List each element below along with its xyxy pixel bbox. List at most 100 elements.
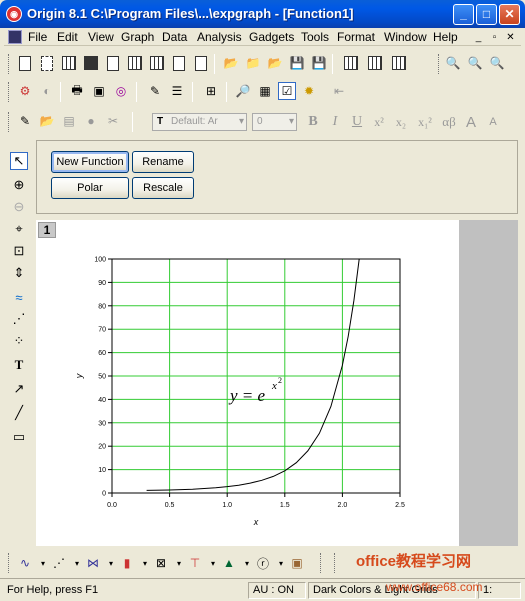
menu-format[interactable]: Format xyxy=(337,30,375,44)
toolbar-options-icon[interactable]: ⇤ xyxy=(330,82,348,100)
toolbar-grip[interactable] xyxy=(8,112,11,132)
pointer-tool-icon[interactable]: ↖ xyxy=(10,152,28,170)
new-excel-icon[interactable] xyxy=(82,54,100,72)
find-icon[interactable]: 🔎 xyxy=(234,82,252,100)
mask-tool-icon[interactable]: ⋰ xyxy=(10,310,28,328)
gadget-icon[interactable]: ✹ xyxy=(300,82,318,100)
menu-view[interactable]: View xyxy=(88,30,114,44)
regional-mask-tool-icon[interactable]: ⁘ xyxy=(10,332,28,350)
toolbar-grip[interactable] xyxy=(8,553,11,573)
menu-graph[interactable]: Graph xyxy=(121,30,154,44)
scatter-plot-icon[interactable]: ⋰ xyxy=(50,554,68,572)
toolbar-grip[interactable] xyxy=(8,82,11,102)
y-tick-label: 50 xyxy=(98,374,106,381)
export-page-icon[interactable]: ▣ xyxy=(90,82,108,100)
mdi-restore-button[interactable]: ▫ xyxy=(487,30,502,44)
toolbar-grip[interactable] xyxy=(8,54,11,74)
new-function-icon[interactable] xyxy=(148,54,166,72)
greek-button[interactable]: αβ xyxy=(440,113,458,131)
multi-curve-icon[interactable]: ⋈ xyxy=(84,554,102,572)
text-tool-icon[interactable]: T xyxy=(10,356,28,374)
font-size-select[interactable]: 0 ▾ xyxy=(252,113,297,131)
open-template-icon[interactable]: 📁 xyxy=(244,54,262,72)
new-workbook-icon[interactable] xyxy=(60,54,78,72)
menu-help[interactable]: Help xyxy=(433,30,458,44)
decrease-font-button[interactable]: A xyxy=(484,113,502,131)
new-folder-icon[interactable] xyxy=(38,54,56,72)
screen-reader-tool-icon[interactable]: ⌖ xyxy=(10,220,28,238)
menu-data[interactable]: Data xyxy=(162,30,187,44)
import-wizard-icon[interactable] xyxy=(390,54,408,72)
print-icon[interactable]: 🖶 xyxy=(68,82,86,100)
toolbar-grip[interactable] xyxy=(438,54,441,74)
results-log-icon[interactable]: 🔍 xyxy=(466,54,484,72)
layer-icon[interactable]: ☰ xyxy=(168,82,186,100)
column-plot-icon[interactable]: ▮ xyxy=(118,554,136,572)
template-library-icon[interactable]: ▣ xyxy=(288,554,306,572)
rescale-button[interactable]: Rescale xyxy=(132,177,194,199)
code-builder-icon[interactable]: ▦ xyxy=(256,82,274,100)
open-folder-icon[interactable]: 📂 xyxy=(38,112,56,130)
new-notes-icon[interactable] xyxy=(192,54,210,72)
edit-mode-icon[interactable]: ✎ xyxy=(146,82,164,100)
function-plot[interactable]: 0.0 0.5 1.0 1.5 2.0 2.5 0 10 20 30 40 50 60 70 80 90 10… xyxy=(36,220,459,546)
new-matrix-icon[interactable] xyxy=(126,54,144,72)
polar-button[interactable]: Polar xyxy=(51,177,129,199)
save-project-icon[interactable]: 💾 xyxy=(288,54,306,72)
open-excel-icon[interactable]: 📂 xyxy=(266,54,284,72)
mdi-close-button[interactable]: ✕ xyxy=(503,30,518,44)
save-template-icon[interactable]: 💾 xyxy=(310,54,328,72)
notes-icon[interactable]: ☑ xyxy=(278,82,296,100)
new-layout-icon[interactable] xyxy=(170,54,188,72)
mdi-window-icon[interactable] xyxy=(8,30,22,44)
supersubscript-button[interactable]: x₁² xyxy=(416,113,434,131)
minimize-button[interactable]: _ xyxy=(453,4,474,25)
menu-edit[interactable]: Edit xyxy=(57,30,78,44)
superscript-button[interactable]: x² xyxy=(370,113,388,131)
line-plot-icon[interactable]: ∿ xyxy=(16,554,34,572)
underline-button[interactable]: U xyxy=(348,113,366,131)
multi-panel-icon[interactable]: ⊠ xyxy=(152,554,170,572)
special-plot-icon[interactable]: ⓡ xyxy=(254,554,272,572)
hierarchy-icon[interactable]: ⊞ xyxy=(202,82,220,100)
italic-button[interactable]: I xyxy=(326,113,344,131)
import-multiple-ascii-icon[interactable] xyxy=(366,54,384,72)
increase-font-button[interactable]: A xyxy=(462,113,480,131)
bold-button[interactable]: B xyxy=(304,113,322,131)
recalculate-icon[interactable]: ⚙ xyxy=(16,82,34,100)
new-project-icon[interactable] xyxy=(16,54,34,72)
new-function-button[interactable]: New Function xyxy=(51,151,129,173)
menu-window[interactable]: Window xyxy=(384,30,427,44)
arrow-tool-icon[interactable]: ↗ xyxy=(10,380,28,398)
import-single-ascii-icon[interactable] xyxy=(342,54,360,72)
subscript-button[interactable]: x₂ xyxy=(392,113,410,131)
toolbar-grip[interactable] xyxy=(320,553,323,573)
project-explorer-icon[interactable]: 🔍 xyxy=(444,54,462,72)
menu-tools[interactable]: Tools xyxy=(301,30,329,44)
maximize-button[interactable]: □ xyxy=(476,4,497,25)
open-folder-icon[interactable]: 📂 xyxy=(222,54,240,72)
zoom-out-tool-icon[interactable]: ⊖ xyxy=(10,198,28,216)
refresh-icon[interactable]: ◐ xyxy=(38,82,56,100)
new-graph-icon[interactable] xyxy=(104,54,122,72)
area-plot-icon[interactable]: ▲ xyxy=(220,554,238,572)
command-window-icon[interactable]: 🔍 xyxy=(488,54,506,72)
mdi-minimize-button[interactable]: _ xyxy=(471,30,486,44)
font-name-select[interactable]: T Default: Ar ▾ xyxy=(152,113,247,131)
data-selector-tool-icon[interactable]: ⇕ xyxy=(10,264,28,282)
menu-analysis[interactable]: Analysis xyxy=(197,30,242,44)
copy-page-icon[interactable]: ◎ xyxy=(112,82,130,100)
toolbar-grip[interactable] xyxy=(334,553,337,573)
pen-icon[interactable]: ✎ xyxy=(16,112,34,130)
close-button[interactable]: ✕ xyxy=(499,4,520,25)
menu-gadgets[interactable]: Gadgets xyxy=(249,30,294,44)
zoom-in-tool-icon[interactable]: ⊕ xyxy=(10,176,28,194)
data-reader-tool-icon[interactable]: ⊡ xyxy=(10,242,28,260)
draw-data-tool-icon[interactable]: ≈ xyxy=(10,288,28,306)
rectangle-tool-icon[interactable]: ▭ xyxy=(10,428,28,446)
statistics-plot-icon[interactable]: ⊤ xyxy=(186,554,204,572)
menu-file[interactable]: File xyxy=(28,30,47,44)
origin-app-icon[interactable]: ◉ xyxy=(6,6,22,22)
line-tool-icon[interactable]: ╱ xyxy=(10,404,28,422)
rename-button[interactable]: Rename xyxy=(132,151,194,173)
